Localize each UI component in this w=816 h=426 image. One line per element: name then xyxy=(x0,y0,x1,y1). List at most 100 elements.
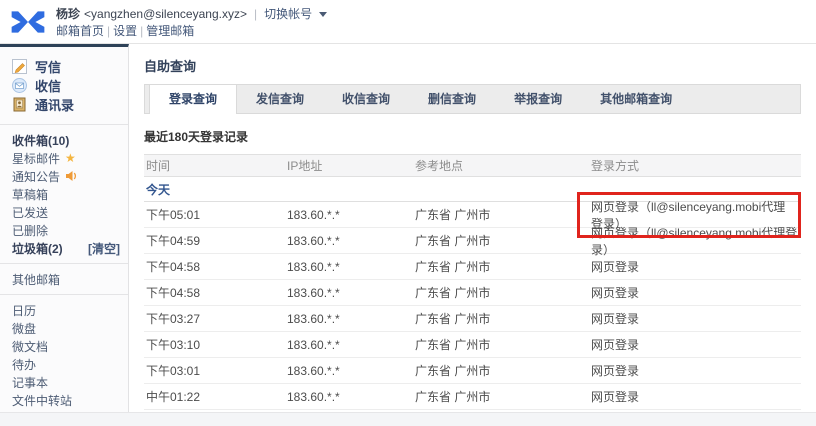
tab-send-query[interactable]: 发信查询 xyxy=(237,85,323,113)
tab-delete-query[interactable]: 删信查询 xyxy=(409,85,495,113)
folder-sent[interactable]: 已发送 xyxy=(12,203,120,221)
sidebar-item-label: 收信 xyxy=(35,76,61,95)
sidebar-divider xyxy=(0,294,128,295)
app-label: 微盘 xyxy=(12,320,36,337)
cell-ip: 183.60.*.* xyxy=(287,234,415,248)
tab-login-query[interactable]: 登录查询 xyxy=(149,85,237,114)
app-label: 微文档 xyxy=(12,338,48,355)
cell-location: 广东省 广州市 xyxy=(415,388,591,405)
star-icon: ★ xyxy=(65,151,76,165)
cell-ip: 183.60.*.* xyxy=(287,338,415,352)
table-row: 下午04:58 183.60.*.* 广东省 广州市 网页登录 xyxy=(144,280,801,306)
receive-mail-icon xyxy=(12,78,27,93)
folder-label: 草稿箱 xyxy=(12,186,48,203)
cell-ip: 183.60.*.* xyxy=(287,260,415,274)
main-content: 自助查询 登录查询 发信查询 收信查询 删信查询 举报查询 其他邮箱查询 最近1… xyxy=(129,44,816,412)
column-header-method: 登录方式 xyxy=(591,157,801,174)
cell-time: 下午04:58 xyxy=(144,258,287,275)
cell-time: 下午03:10 xyxy=(144,336,287,353)
cell-method: 网页登录（ll@silenceyang.mobi代理登录） xyxy=(591,197,801,233)
mail-logo-icon[interactable] xyxy=(10,8,46,36)
account-block: 杨珍<yangzhen@silenceyang.xyz> | 切换帐号 邮箱首页… xyxy=(56,6,327,39)
folder-announcements[interactable]: 通知公告 xyxy=(12,167,120,185)
folder-drafts[interactable]: 草稿箱 xyxy=(12,185,120,203)
separator: | xyxy=(251,6,260,22)
cell-ip: 183.60.*.* xyxy=(287,390,415,404)
cell-location: 广东省 广州市 xyxy=(415,232,591,249)
app-notes[interactable]: 记事本 xyxy=(12,373,120,391)
table-row: 中午01:22 183.60.*.* 广东省 广州市 网页登录 xyxy=(144,384,801,410)
folder-label: 已发送 xyxy=(12,204,48,221)
folder-label: 收件箱(10) xyxy=(12,132,69,149)
cell-time: 中午01:22 xyxy=(144,388,287,405)
folder-deleted[interactable]: 已删除 xyxy=(12,221,120,239)
table-row: 下午03:27 183.60.*.* 广东省 广州市 网页登录 xyxy=(144,306,801,332)
tab-receive-query[interactable]: 收信查询 xyxy=(323,85,409,113)
tab-report-query[interactable]: 举报查询 xyxy=(495,85,581,113)
cell-time: 下午04:59 xyxy=(144,232,287,249)
cell-ip: 183.60.*.* xyxy=(287,286,415,300)
cell-method: 网页登录 xyxy=(591,388,801,405)
section-title: 最近180天登录记录 xyxy=(144,128,801,145)
cell-method: 网页登录 xyxy=(591,258,801,275)
table-row: 下午04:58 183.60.*.* 广东省 广州市 网页登录 xyxy=(144,254,801,280)
cell-ip: 183.60.*.* xyxy=(287,312,415,326)
cell-ip: 183.60.*.* xyxy=(287,364,415,378)
folder-label: 垃圾箱(2) xyxy=(12,240,63,257)
empty-trash-link[interactable]: [清空] xyxy=(88,240,120,257)
app-todo[interactable]: 待办 xyxy=(12,355,120,373)
highlight-box: 网页登录（ll@silenceyang.mobi代理登录） xyxy=(577,192,801,238)
cell-method: 网页登录 xyxy=(591,362,801,379)
query-tabs: 登录查询 发信查询 收信查询 删信查询 举报查询 其他邮箱查询 xyxy=(144,84,801,114)
app-micro-disk[interactable]: 微盘 xyxy=(12,319,120,337)
nav-link-mail-home[interactable]: 邮箱首页 xyxy=(56,23,104,39)
nav-link-manage-mailbox[interactable]: 管理邮箱 xyxy=(146,23,194,39)
compose-icon xyxy=(12,59,27,74)
sidebar-item-receive[interactable]: 收信 xyxy=(12,76,128,95)
nav-link-settings[interactable]: 设置 xyxy=(113,23,137,39)
column-header-location: 参考地点 xyxy=(415,157,591,174)
other-mailbox[interactable]: 其他邮箱 xyxy=(12,270,120,288)
table-row: 下午05:01 183.60.*.* 广东省 广州市 网页登录（ll@silen… xyxy=(144,202,801,228)
table-row: 下午03:10 183.60.*.* 广东省 广州市 网页登录 xyxy=(144,332,801,358)
sidebar-item-compose[interactable]: 写信 xyxy=(12,57,128,76)
sidebar-item-label: 写信 xyxy=(35,57,61,76)
speaker-icon xyxy=(65,170,78,182)
cell-location: 广东省 广州市 xyxy=(415,336,591,353)
app-label: 待办 xyxy=(12,356,36,373)
app-micro-doc[interactable]: 微文档 xyxy=(12,337,120,355)
folder-label: 星标邮件 xyxy=(12,150,60,167)
cell-location: 广东省 广州市 xyxy=(415,310,591,327)
cell-method: 网页登录 xyxy=(591,284,801,301)
app-label: 日历 xyxy=(12,302,36,319)
mail-app: 杨珍<yangzhen@silenceyang.xyz> | 切换帐号 邮箱首页… xyxy=(0,0,816,426)
separator: | xyxy=(137,23,146,39)
contacts-icon xyxy=(12,97,27,112)
switch-account-link[interactable]: 切换帐号 xyxy=(264,6,312,22)
app-calendar[interactable]: 日历 xyxy=(12,301,120,319)
cell-time: 下午04:58 xyxy=(144,284,287,301)
app-label: 文件中转站 xyxy=(12,392,72,409)
sidebar-item-label: 通讯录 xyxy=(35,95,74,114)
separator: | xyxy=(104,23,113,39)
app-file-transfer[interactable]: 文件中转站 xyxy=(12,391,120,409)
column-header-time: 时间 xyxy=(144,157,287,174)
table-row: 下午03:01 183.60.*.* 广东省 广州市 网页登录 xyxy=(144,358,801,384)
cell-time: 下午03:27 xyxy=(144,310,287,327)
page-title: 自助查询 xyxy=(144,56,801,75)
sidebar-item-contacts[interactable]: 通讯录 xyxy=(12,95,128,114)
folder-starred[interactable]: 星标邮件 ★ xyxy=(12,149,120,167)
cell-time: 下午03:01 xyxy=(144,362,287,379)
app-label: 记事本 xyxy=(12,374,48,391)
account-email: <yangzhen@silenceyang.xyz> xyxy=(84,6,247,22)
folder-trash[interactable]: 垃圾箱(2) [清空] xyxy=(12,239,120,257)
sidebar-divider xyxy=(0,263,128,264)
folder-inbox[interactable]: 收件箱(10) xyxy=(12,131,120,149)
login-records-table: 时间 IP地址 参考地点 登录方式 今天 下午05:01 183.60.*.* … xyxy=(144,154,801,426)
account-name: 杨珍 xyxy=(56,6,80,22)
footer-strip xyxy=(0,412,816,426)
column-header-ip: IP地址 xyxy=(287,157,415,174)
header: 杨珍<yangzhen@silenceyang.xyz> | 切换帐号 邮箱首页… xyxy=(0,0,816,44)
tab-other-mailbox-query[interactable]: 其他邮箱查询 xyxy=(581,85,691,113)
cell-method: 网页登录 xyxy=(591,336,801,353)
